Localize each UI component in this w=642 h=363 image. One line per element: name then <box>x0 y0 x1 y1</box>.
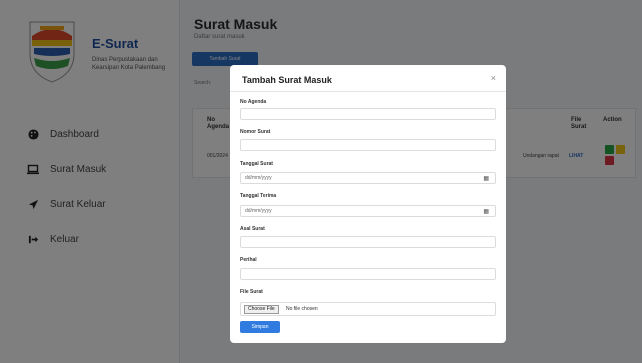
no-agenda-label: No Agenda <box>240 99 267 105</box>
add-surat-modal: Tambah Surat Masuk × No Agenda Nomor Sur… <box>230 65 506 343</box>
modal-title: Tambah Surat Masuk <box>242 75 332 85</box>
close-icon[interactable]: × <box>491 73 496 83</box>
modal-divider <box>230 91 506 92</box>
no-agenda-field[interactable] <box>240 108 496 120</box>
date-placeholder: dd/mm/yyyy <box>245 175 272 181</box>
tanggal-terima-field[interactable]: dd/mm/yyyy ▦ <box>240 205 496 217</box>
tanggal-surat-field[interactable]: dd/mm/yyyy ▦ <box>240 172 496 184</box>
tanggal-terima-label: Tanggal Terima <box>240 193 277 199</box>
asal-surat-field[interactable] <box>240 236 496 248</box>
calendar-icon[interactable]: ▦ <box>483 174 489 184</box>
perihal-field[interactable] <box>240 268 496 280</box>
nomor-surat-label: Nomor Surat <box>240 129 271 135</box>
file-surat-label: File Surat <box>240 289 263 295</box>
submit-button[interactable]: Simpan <box>240 321 280 333</box>
perihal-label: Perihal <box>240 257 257 263</box>
date-placeholder: dd/mm/yyyy <box>245 208 272 214</box>
nomor-surat-field[interactable] <box>240 139 496 151</box>
calendar-icon[interactable]: ▦ <box>483 207 489 217</box>
tanggal-surat-label: Tanggal Surat <box>240 161 273 167</box>
file-status: No file chosen <box>286 306 318 312</box>
asal-surat-label: Asal Surat <box>240 226 265 232</box>
choose-file-button[interactable]: Choose File <box>244 305 279 314</box>
